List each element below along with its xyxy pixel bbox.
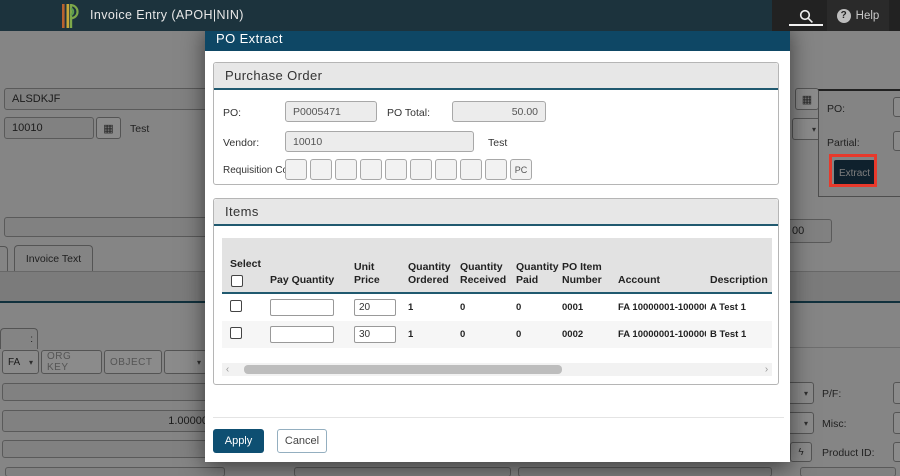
row-pay-quantity-cell xyxy=(266,299,350,316)
modal-title: PO Extract xyxy=(216,31,283,46)
column-header-unit-price: Unit Price xyxy=(350,238,404,292)
row-quantity-ordered: 1 xyxy=(404,329,456,340)
scroll-left-icon[interactable]: ‹ xyxy=(222,363,233,376)
table-row: 1 0 0 0001 FA 10000001-100000 A Test 1 xyxy=(222,294,772,321)
apply-button[interactable]: Apply xyxy=(213,429,264,453)
table-row: 1 0 0 0002 FA 10000001-100000 B Test 1 xyxy=(222,321,772,348)
po-label: PO: xyxy=(223,107,241,119)
requisition-codes-row xyxy=(285,159,532,180)
description-header-text: Description xyxy=(710,274,768,287)
pay-quantity-input[interactable] xyxy=(270,326,334,343)
po-total-label: PO Total: xyxy=(387,107,430,119)
row-unit-price-cell xyxy=(350,326,404,343)
vendor-label: Vendor: xyxy=(223,137,259,149)
quantity-received-header-text: Quantity Received xyxy=(460,261,510,287)
req-code-input[interactable] xyxy=(285,159,307,180)
req-code-input[interactable] xyxy=(385,159,407,180)
scroll-right-icon[interactable]: › xyxy=(761,363,772,376)
req-code-input[interactable] xyxy=(410,159,432,180)
row-select-cell xyxy=(226,300,266,315)
column-header-quantity-received: Quantity Received xyxy=(456,238,512,292)
horizontal-scrollbar[interactable]: ‹ › xyxy=(222,363,772,376)
row-quantity-received: 0 xyxy=(456,329,512,340)
items-table-header: Select Pay Quantity Unit Price Quantity … xyxy=(222,238,772,294)
unit-price-input[interactable] xyxy=(354,299,396,316)
items-section-title: Items xyxy=(225,204,259,219)
row-quantity-paid: 0 xyxy=(512,302,558,313)
modal-vendor-name: Test xyxy=(488,137,507,149)
row-select-checkbox[interactable] xyxy=(230,327,242,339)
account-header-text: Account xyxy=(618,274,660,287)
pay-quantity-header-text: Pay Quantity xyxy=(270,274,334,287)
row-account: FA 10000001-100000 xyxy=(614,302,706,313)
purchase-order-section: Purchase Order PO: P0005471 PO Total: 50… xyxy=(213,62,779,185)
pay-quantity-input[interactable] xyxy=(270,299,334,316)
items-section-header: Items xyxy=(214,199,778,226)
select-all-checkbox[interactable] xyxy=(231,275,243,287)
row-quantity-received: 0 xyxy=(456,302,512,313)
req-code-input[interactable] xyxy=(435,159,457,180)
cancel-button[interactable]: Cancel xyxy=(277,429,327,453)
req-code-input[interactable] xyxy=(335,159,357,180)
row-po-item-number: 0001 xyxy=(558,302,614,313)
row-pay-quantity-cell xyxy=(266,326,350,343)
invoice-entry-screen: ALSDKJF 10010 ▦ Test Invoice Text : FA▾ … xyxy=(0,0,900,476)
column-header-select: Select xyxy=(226,238,266,292)
help-button[interactable]: ? Help xyxy=(827,0,889,31)
column-header-po-item-number: PO Item Number xyxy=(558,238,614,292)
help-label: Help xyxy=(856,10,880,22)
footer-divider xyxy=(213,417,784,418)
items-section: Items Select Pay Quantity Unit Price Qua… xyxy=(213,198,779,385)
row-description: A Test 1 xyxy=(706,302,766,313)
column-header-quantity-ordered: Quantity Ordered xyxy=(404,238,456,292)
row-unit-price-cell xyxy=(350,299,404,316)
help-icon: ? xyxy=(837,9,851,23)
quantity-paid-header-text: Quantity Paid xyxy=(516,261,559,287)
row-select-cell xyxy=(226,327,266,342)
req-code-input[interactable] xyxy=(310,159,332,180)
row-select-checkbox[interactable] xyxy=(230,300,242,312)
req-code-input-pc[interactable] xyxy=(510,159,532,180)
purchase-order-section-header: Purchase Order xyxy=(214,63,778,90)
po-item-number-header-text: PO Item Number xyxy=(562,261,612,287)
app-title: Invoice Entry (APOH|NIN) xyxy=(90,8,244,22)
req-code-input[interactable] xyxy=(460,159,482,180)
column-header-description: Description xyxy=(706,238,766,292)
row-po-item-number: 0002 xyxy=(558,329,614,340)
po-number-value: P0005471 xyxy=(293,106,341,118)
purchase-order-section-title: Purchase Order xyxy=(225,68,322,83)
po-total-field[interactable]: 50.00 xyxy=(452,101,546,122)
search-icon xyxy=(799,9,814,24)
column-header-quantity-paid: Quantity Paid xyxy=(512,238,558,292)
quantity-ordered-header-text: Quantity Ordered xyxy=(408,261,454,287)
column-header-pay-quantity: Pay Quantity xyxy=(266,238,350,292)
row-description: B Test 1 xyxy=(706,329,766,340)
po-extract-modal: PO Extract Purchase Order PO: P0005471 P… xyxy=(205,25,790,462)
items-table: Select Pay Quantity Unit Price Quantity … xyxy=(222,238,772,348)
unit-price-input[interactable] xyxy=(354,326,396,343)
po-total-value: 50.00 xyxy=(512,106,538,118)
unit-price-header-text: Unit Price xyxy=(354,261,402,287)
app-topbar: Invoice Entry (APOH|NIN) ? Help xyxy=(0,0,900,31)
scrollbar-thumb[interactable] xyxy=(244,365,562,374)
select-header-text: Select xyxy=(230,258,261,271)
extract-highlight-annotation xyxy=(829,154,877,187)
modal-vendor-value: 10010 xyxy=(293,136,322,148)
scrollbar-track[interactable] xyxy=(233,363,761,376)
req-code-input[interactable] xyxy=(360,159,382,180)
search-underline xyxy=(789,24,823,26)
row-account: FA 10000001-100000 xyxy=(614,329,706,340)
app-logo-icon xyxy=(61,3,83,29)
row-quantity-paid: 0 xyxy=(512,329,558,340)
column-header-account: Account xyxy=(614,238,706,292)
req-code-input[interactable] xyxy=(485,159,507,180)
modal-vendor-field[interactable]: 10010 xyxy=(285,131,474,152)
po-number-field[interactable]: P0005471 xyxy=(285,101,377,122)
row-quantity-ordered: 1 xyxy=(404,302,456,313)
